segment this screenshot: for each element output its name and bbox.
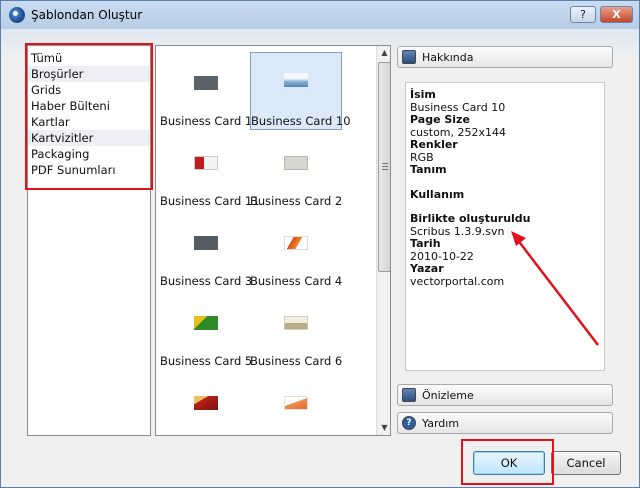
- template-item[interactable]: [160, 374, 252, 435]
- grip-line: [382, 163, 388, 164]
- cancel-button[interactable]: Cancel: [551, 451, 621, 475]
- template-label: Business Card 4: [250, 274, 343, 288]
- help-section-button[interactable]: ? Yardım: [397, 412, 613, 434]
- info-name-label: İsim: [410, 88, 436, 101]
- template-thumbnail: [194, 156, 218, 170]
- template-label: Business Card 6: [250, 354, 343, 368]
- info-description-label: Tanım: [410, 163, 447, 176]
- grip-line: [382, 169, 388, 170]
- template-item[interactable]: [250, 374, 342, 435]
- scroll-up-arrow-icon[interactable]: ▲: [377, 46, 390, 60]
- template-label: Business Card 11: [160, 194, 260, 208]
- about-section-button[interactable]: Hakkında: [397, 46, 613, 68]
- template-label: Business Card 1: [160, 114, 253, 128]
- template-item[interactable]: Business Card 11: [160, 134, 260, 210]
- scroll-down-arrow-icon[interactable]: ▼: [377, 421, 390, 435]
- preview-section-button[interactable]: Önizleme: [397, 384, 613, 406]
- template-thumbnail: [194, 76, 218, 90]
- annotation-arrow: [511, 231, 599, 346]
- close-button[interactable]: X: [600, 6, 633, 23]
- template-item[interactable]: Business Card 10: [250, 52, 351, 130]
- template-thumbnail: [194, 316, 218, 330]
- template-item[interactable]: Business Card 4: [250, 214, 342, 290]
- template-thumbnail: [284, 396, 308, 410]
- document-icon: [402, 50, 416, 64]
- template-item[interactable]: Business Card 5: [160, 294, 252, 370]
- window-title: Şablondan Oluştur: [31, 8, 143, 22]
- template-label: Business Card 10: [251, 114, 351, 128]
- template-scrollbar[interactable]: ▲ ▼: [376, 46, 390, 435]
- scribus-app-icon: [9, 7, 25, 23]
- info-page-size-label: Page Size: [410, 113, 470, 126]
- grip-line: [382, 166, 388, 167]
- template-thumbnail: [284, 236, 308, 250]
- dialog-window: Şablondan Oluştur ? X Tümü Broşürler Gri…: [0, 0, 640, 488]
- help-icon: ?: [402, 416, 416, 430]
- scroll-thumb[interactable]: [378, 62, 390, 272]
- info-colors-label: Renkler: [410, 138, 458, 151]
- template-label: Business Card 2: [250, 194, 343, 208]
- about-section-label: Hakkında: [422, 50, 474, 64]
- image-icon: [402, 388, 416, 402]
- template-thumbnail: [284, 156, 308, 170]
- help-section-label: Yardım: [422, 416, 460, 430]
- template-item[interactable]: Business Card 3: [160, 214, 252, 290]
- info-usage-label: Kullanım: [410, 187, 465, 201]
- template-label: Business Card 5: [160, 354, 253, 368]
- template-thumbnail: [284, 316, 308, 330]
- help-title-button[interactable]: ?: [570, 6, 596, 23]
- template-item[interactable]: Business Card 1: [160, 54, 252, 130]
- annotation-box-ok: [461, 439, 554, 485]
- template-label: Business Card 3: [160, 274, 253, 288]
- template-thumbnail: [194, 236, 218, 250]
- annotation-box-categories: [25, 43, 153, 190]
- title-bar: Şablondan Oluştur ? X: [1, 1, 639, 29]
- preview-section-label: Önizleme: [422, 388, 474, 402]
- template-item[interactable]: Business Card 6: [250, 294, 342, 370]
- template-thumbnail: [194, 396, 218, 410]
- template-item[interactable]: Business Card 2: [250, 134, 342, 210]
- template-thumbnail: [284, 73, 308, 87]
- template-grid: Business Card 1 Business Card 10 Busines…: [155, 45, 391, 436]
